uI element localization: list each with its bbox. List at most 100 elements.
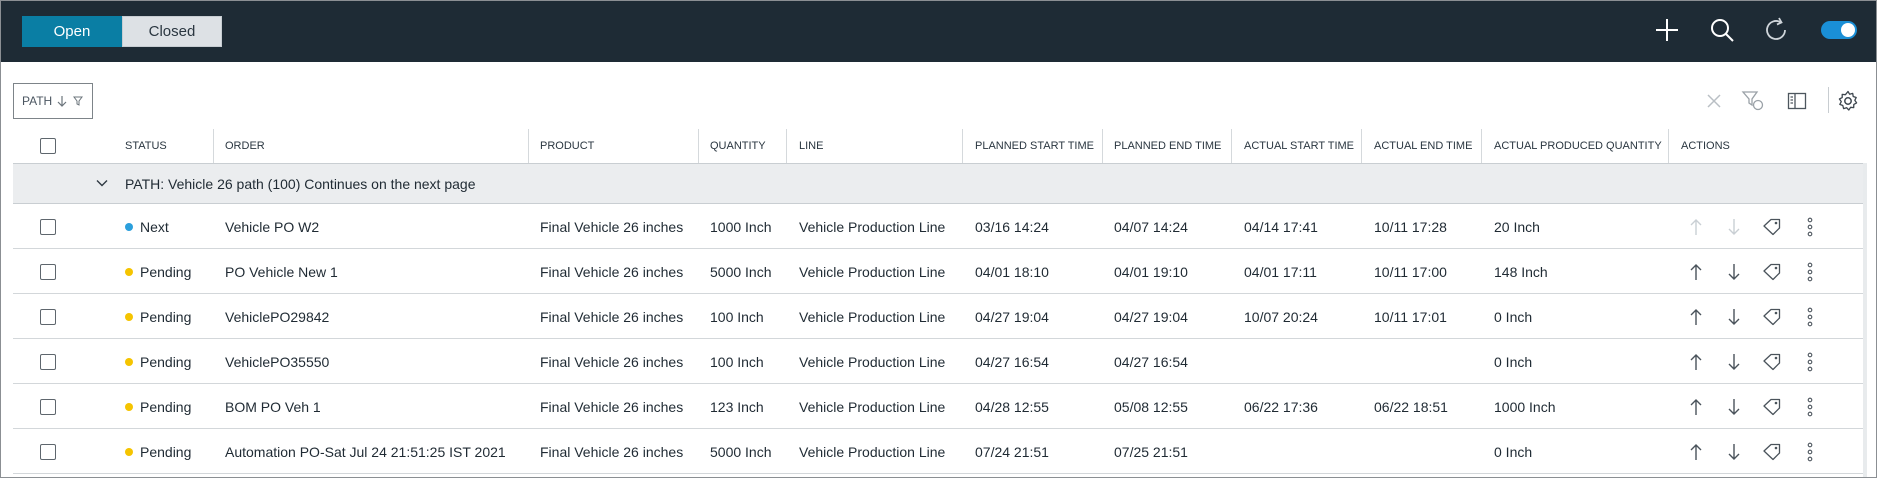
more-options-icon[interactable] [1798, 204, 1822, 249]
order-cell: VehiclePO29842 [225, 294, 329, 339]
planned-end-cell-text: 07/25 21:51 [1114, 443, 1188, 460]
planned-start-cell: 04/01 18:10 [975, 249, 1049, 294]
produced-quantity-cell-text: 0 Inch [1494, 308, 1533, 325]
row-checkbox[interactable] [40, 353, 56, 370]
filter-clear-icon[interactable] [1740, 89, 1766, 113]
search-icon[interactable] [1707, 15, 1737, 45]
order-cell-text: VehiclePO35550 [225, 353, 330, 370]
move-up-icon[interactable] [1684, 294, 1708, 339]
line-cell: Vehicle Production Line [799, 204, 945, 249]
planned-end-cell-text: 05/08 12:55 [1114, 398, 1188, 415]
move-up-icon[interactable] [1684, 339, 1708, 384]
more-options-icon[interactable] [1798, 294, 1822, 339]
column-header-actual-produced-quantity[interactable]: ACTUAL PRODUCED QUANTITY [1494, 129, 1662, 163]
column-header-actual-end[interactable]: ACTUAL END TIME [1374, 129, 1472, 163]
status-tab-group: Open Closed [22, 16, 222, 47]
order-cell: VehiclePO35550 [225, 339, 329, 384]
tag-icon[interactable] [1760, 249, 1784, 294]
column-header-order[interactable]: ORDER [225, 129, 265, 163]
column-header-planned-start[interactable]: PLANNED START TIME [975, 129, 1094, 163]
tag-icon[interactable] [1760, 204, 1784, 249]
row-select-cell [40, 294, 56, 339]
order-cell-text: BOM PO Veh 1 [225, 398, 321, 415]
row-checkbox[interactable] [40, 263, 56, 280]
order-cell: Vehicle PO W2 [225, 204, 319, 249]
group-row-path[interactable]: PATH: Vehicle 26 path (100) Continues on… [13, 163, 1866, 204]
planned-end-cell: 04/27 19:04 [1114, 294, 1188, 339]
actual-start-cell-text: 04/14 17:41 [1244, 218, 1318, 235]
tag-icon[interactable] [1760, 429, 1784, 474]
column-header-actions: ACTIONS [1681, 140, 1730, 152]
status-cell: Pending [125, 384, 191, 429]
status-dot-icon [125, 447, 133, 456]
column-divider [1361, 129, 1362, 163]
tag-icon[interactable] [1760, 339, 1784, 384]
column-header-quantity[interactable]: QUANTITY [710, 129, 766, 163]
column-header-actual-start[interactable]: ACTUAL START TIME [1244, 129, 1354, 163]
more-options-icon[interactable] [1798, 249, 1822, 294]
actual-start-cell-text: 04/01 17:11 [1244, 263, 1317, 280]
tag-icon[interactable] [1760, 384, 1784, 429]
column-header-planned-end[interactable]: PLANNED END TIME [1114, 129, 1221, 163]
planned-end-cell: 05/08 12:55 [1114, 384, 1188, 429]
row-checkbox[interactable] [40, 398, 56, 415]
product-cell: Final Vehicle 26 inches [540, 249, 683, 294]
column-divider [698, 129, 699, 163]
settings-icon[interactable] [1835, 89, 1861, 113]
produced-quantity-cell-text: 0 Inch [1494, 443, 1533, 460]
row-select-cell [40, 249, 56, 294]
table-row[interactable]: Pending PO Vehicle New 1 Final Vehicle 26 … [13, 249, 1866, 294]
tag-icon[interactable] [1760, 294, 1784, 339]
column-header-product[interactable]: PRODUCT [540, 129, 594, 163]
tab-open[interactable]: Open [22, 16, 122, 47]
row-checkbox[interactable] [40, 443, 56, 460]
order-cell-text: VehiclePO29842 [225, 308, 330, 325]
filter-icon [73, 96, 84, 106]
row-checkbox[interactable] [40, 308, 56, 325]
status-cell-text: Next [140, 218, 169, 235]
column-header-status[interactable]: STATUS [125, 129, 167, 163]
plus-icon[interactable] [1652, 15, 1682, 45]
move-down-icon[interactable] [1722, 249, 1746, 294]
order-cell: BOM PO Veh 1 [225, 384, 321, 429]
move-down-icon[interactable] [1722, 339, 1746, 384]
table-row[interactable]: Pending VehiclePO35550 Final Vehicle 26 in… [13, 339, 1866, 384]
produced-quantity-cell: 1000 Inch [1494, 384, 1556, 429]
table-row[interactable]: Next Vehicle PO W2 Final Vehicle 26 inches… [13, 204, 1866, 249]
select-all-cell [40, 129, 56, 163]
table-row[interactable]: Pending VehiclePO29842 Final Vehicle 26 in… [13, 294, 1866, 339]
move-down-icon[interactable] [1722, 384, 1746, 429]
table-row[interactable]: Pending BOM PO Veh 1 Final Vehicle 26 inch… [13, 384, 1866, 429]
more-options-icon[interactable] [1798, 384, 1822, 429]
select-all-checkbox[interactable] [40, 138, 56, 154]
move-up-icon[interactable] [1684, 384, 1708, 429]
planned-end-cell: 04/27 16:54 [1114, 339, 1188, 384]
actual-start-cell: 04/01 17:11 [1244, 249, 1317, 294]
table-row[interactable]: Pending Automation PO-Sat Jul 24 21:51:25… [13, 429, 1866, 474]
chevron-down-icon[interactable] [95, 176, 109, 190]
quantity-cell-text: 123 Inch [710, 398, 764, 415]
row-select-cell [40, 339, 56, 384]
refresh-icon[interactable] [1761, 15, 1791, 45]
view-toggle-switch[interactable] [1821, 21, 1857, 39]
row-checkbox[interactable] [40, 218, 56, 235]
group-by-path-chip[interactable]: PATH [13, 83, 93, 119]
column-header-line[interactable]: LINE [799, 129, 823, 163]
vertical-scrollbar[interactable] [1863, 163, 1867, 477]
planned-start-cell: 04/27 19:04 [975, 294, 1049, 339]
move-up-icon[interactable] [1684, 429, 1708, 474]
column-panel-icon[interactable] [1784, 89, 1810, 113]
move-down-icon[interactable] [1722, 294, 1746, 339]
produced-quantity-cell: 148 Inch [1494, 249, 1548, 294]
more-options-icon[interactable] [1798, 339, 1822, 384]
line-cell-text: Vehicle Production Line [799, 443, 946, 460]
move-up-icon[interactable] [1684, 249, 1708, 294]
order-cell: Automation PO-Sat Jul 24 21:51:25 IST 20… [225, 429, 506, 474]
close-icon[interactable] [1701, 89, 1727, 113]
move-down-icon[interactable] [1722, 429, 1746, 474]
produced-quantity-cell: 0 Inch [1494, 429, 1532, 474]
tab-closed[interactable]: Closed [122, 16, 222, 47]
more-options-icon[interactable] [1798, 429, 1822, 474]
line-cell: Vehicle Production Line [799, 339, 945, 384]
product-cell-text: Final Vehicle 26 inches [540, 218, 684, 235]
